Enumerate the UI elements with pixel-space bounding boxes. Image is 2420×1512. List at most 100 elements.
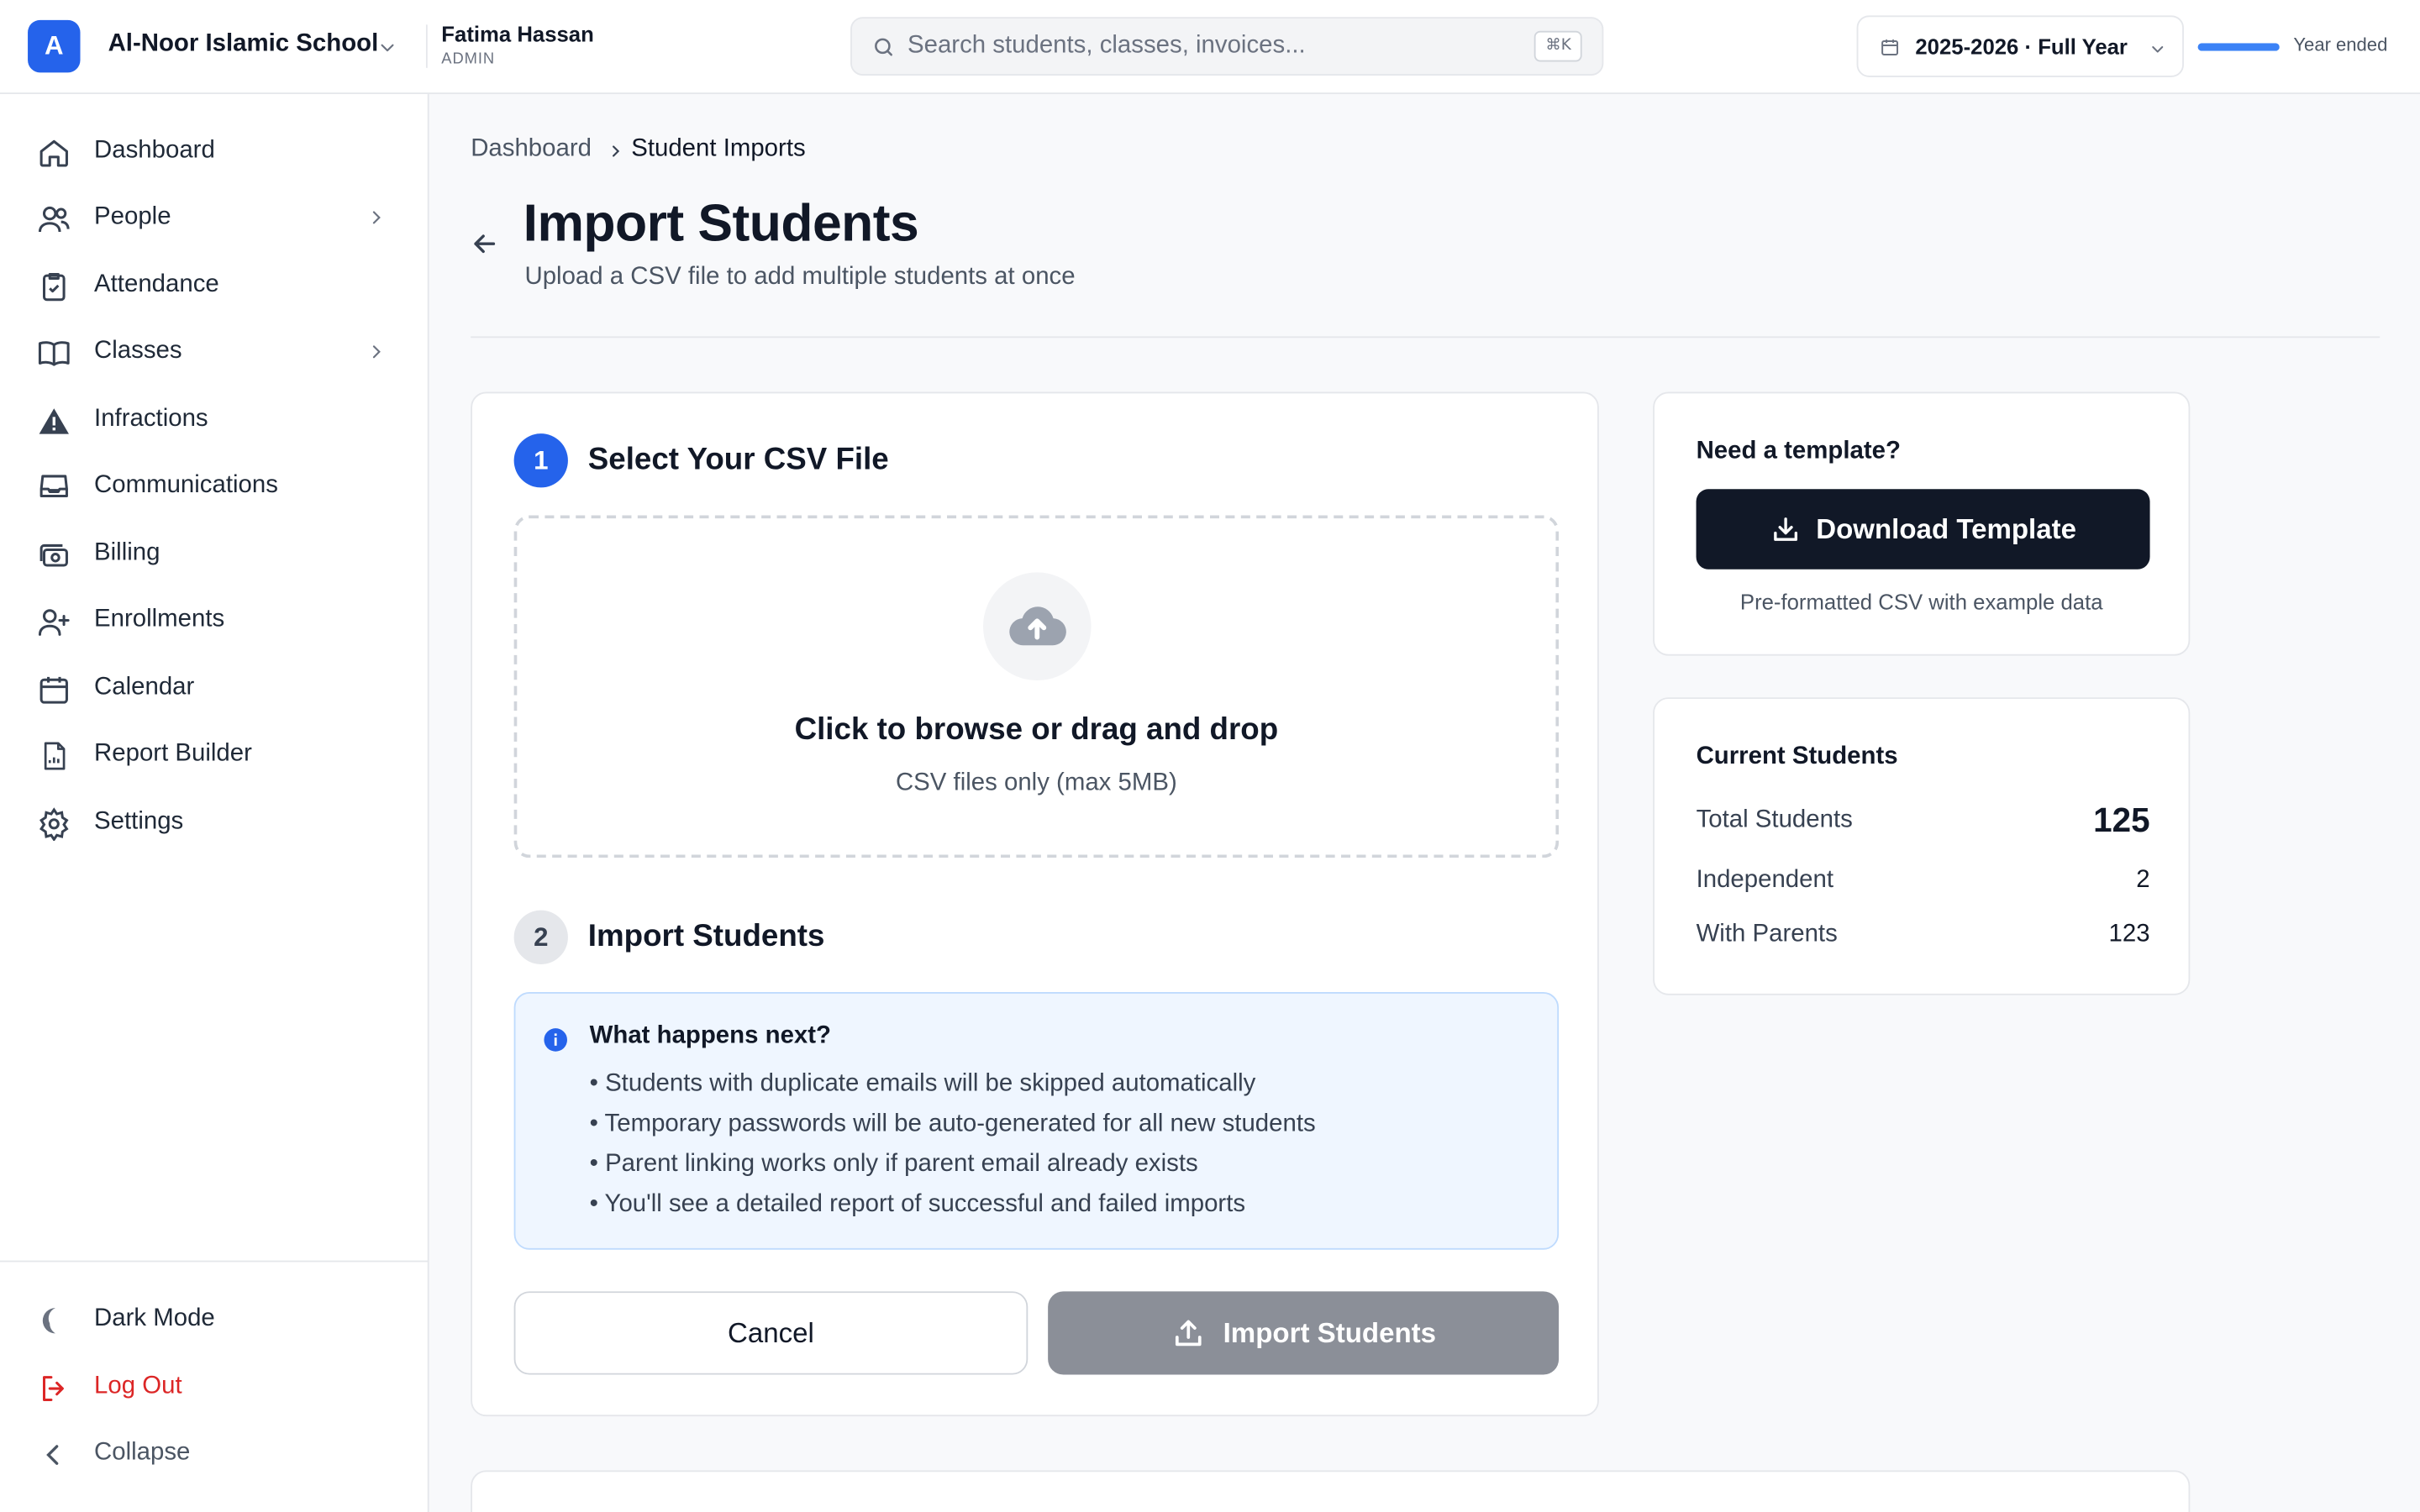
stat-value: 2: [2136, 867, 2150, 894]
moon-icon: [42, 1308, 55, 1334]
user-plus-icon: [38, 609, 70, 636]
import-history-card: [471, 1470, 2191, 1512]
stat-row-independent: Independent 2: [1697, 863, 2150, 903]
stat-label: Independent: [1696, 867, 1834, 894]
sidebar-item-enrollments[interactable]: Enrollments: [37, 596, 392, 645]
template-title: Need a template?: [1696, 438, 1901, 465]
stat-row-total: Total Students 125: [1696, 801, 2150, 843]
sidebar-item-label: People: [94, 203, 171, 230]
year-status: Year ended: [2293, 34, 2388, 56]
sidebar-item-label: Communications: [94, 472, 278, 499]
info-list-item: • You'll see a detailed report of succes…: [589, 1190, 1246, 1218]
import-students-label: Import Students: [1223, 1316, 1437, 1348]
sidebar-item-settings[interactable]: Settings: [37, 798, 392, 848]
sidebar-item-report-builder[interactable]: Report Builder: [37, 730, 392, 780]
breadcrumb-link-dashboard[interactable]: Dashboard: [471, 136, 592, 162]
user-name: Fatima Hassan: [441, 21, 594, 47]
cancel-button[interactable]: Cancel: [513, 1291, 1028, 1375]
stat-value: 125: [2093, 801, 2150, 840]
sidebar-item-label: Classes: [94, 338, 182, 365]
csv-dropzone[interactable]: Click to browse or drag and drop CSV fil…: [513, 515, 1560, 858]
import-students-button[interactable]: Import Students: [1048, 1291, 1560, 1375]
year-progress-fill: [2197, 43, 2280, 51]
cloud-upload-icon: [1009, 606, 1066, 646]
sidebar-item-label: Billing: [94, 539, 160, 567]
logout-button[interactable]: Log Out: [37, 1362, 392, 1412]
sidebar-item-communications[interactable]: Communications: [37, 461, 392, 511]
import-card: 1 Select Your CSV File Click to browse o…: [471, 391, 1599, 1417]
sidebar-item-label: Enrollments: [94, 606, 225, 633]
warning-icon: [39, 408, 69, 434]
step-1-title: Select Your CSV File: [587, 443, 889, 477]
report-icon: [44, 742, 66, 770]
download-template-button[interactable]: Download Template: [1696, 489, 2150, 570]
sidebar-item-classes[interactable]: Classes: [37, 327, 392, 376]
sidebar-item-people[interactable]: People: [37, 193, 392, 243]
step-2-badge: 2: [513, 910, 568, 964]
chevron-right-icon: [372, 345, 381, 359]
stat-row-with-parents: With Parents 123: [1697, 916, 2150, 957]
download-icon: [1773, 517, 1797, 541]
sidebar-item-calendar[interactable]: Calendar: [37, 664, 392, 713]
sidebar-item-label: Calendar: [94, 674, 195, 701]
school-logo[interactable]: A: [28, 19, 81, 73]
page-subtitle: Upload a CSV file to add multiple studen…: [524, 264, 1076, 291]
stat-label: Total Students: [1696, 806, 1853, 833]
chevron-right-icon: [612, 145, 620, 157]
info-box: What happens next? • Students with dupli…: [513, 992, 1560, 1250]
current-students-title: Current Students: [1696, 743, 1898, 770]
home-icon: [39, 139, 68, 167]
logout-icon: [42, 1376, 64, 1402]
dark-mode-label: Dark Mode: [94, 1305, 215, 1332]
top-header: A Al-Noor Islamic School Fatima Hassan A…: [0, 0, 2420, 95]
info-icon: [544, 1028, 567, 1052]
info-title: What happens next?: [589, 1022, 831, 1049]
dropzone-subtitle: CSV files only (max 5MB): [895, 769, 1177, 796]
info-list-item: • Temporary passwords will be auto-gener…: [589, 1110, 1316, 1137]
academic-year-selector[interactable]: 2025-2026 · Full Year: [1856, 15, 2184, 77]
template-note: Pre-formatted CSV with example data: [1739, 589, 2103, 615]
sidebar-item-infractions[interactable]: Infractions: [37, 395, 392, 444]
calendar-icon: [1881, 39, 1899, 55]
upload-icon: [1175, 1320, 1201, 1347]
calendar-icon: [39, 676, 68, 704]
sidebar-item-label: Infractions: [94, 406, 208, 433]
chevron-down-icon[interactable]: [376, 37, 398, 59]
chevron-right-icon: [372, 211, 381, 224]
user-role: ADMIN: [441, 50, 496, 68]
sidebar-item-attendance[interactable]: Attendance: [37, 260, 392, 310]
info-list: • Students with duplicate emails will be…: [590, 1068, 1316, 1228]
collapse-sidebar-button[interactable]: Collapse: [37, 1429, 392, 1478]
template-card: Need a template? Download Template Pre-f…: [1653, 391, 2191, 656]
sidebar-item-billing[interactable]: Billing: [37, 529, 392, 579]
sidebar-item-dashboard[interactable]: Dashboard: [37, 127, 392, 176]
sidebar-item-label: Report Builder: [94, 740, 252, 767]
info-list-item: • Students with duplicate emails will be…: [589, 1070, 1256, 1097]
current-students-card: Current Students Total Students 125 Inde…: [1653, 697, 2191, 995]
step-2-title: Import Students: [587, 919, 825, 954]
search-icon: [875, 38, 892, 56]
sidebar: Dashboard People Attendance Classes Infr…: [0, 94, 429, 1512]
dark-mode-toggle[interactable]: Dark Mode: [37, 1294, 392, 1344]
search-shortcut-badge: ⌘K: [1534, 30, 1582, 62]
logout-label: Log Out: [94, 1373, 182, 1399]
sidebar-item-label: Dashboard: [94, 137, 215, 164]
global-search[interactable]: ⌘K: [850, 17, 1604, 76]
download-template-label: Download Template: [1816, 512, 2077, 544]
sidebar-divider: [0, 1260, 429, 1263]
header-divider: [425, 24, 428, 68]
collapse-label: Collapse: [94, 1439, 191, 1466]
stat-label: With Parents: [1696, 921, 1838, 948]
users-icon: [38, 206, 70, 233]
page-divider: [471, 336, 2381, 339]
search-input[interactable]: [907, 18, 1510, 75]
book-icon: [38, 341, 70, 366]
academic-year-label: 2025-2026 · Full Year: [1915, 34, 2128, 59]
breadcrumb: Dashboard Student Imports: [471, 136, 805, 167]
school-name[interactable]: Al-Noor Islamic School: [108, 31, 379, 59]
page-title: Import Students: [523, 194, 919, 254]
chevron-left-icon: [46, 1445, 59, 1465]
sidebar-item-label: Attendance: [94, 271, 219, 298]
upload-icon-circle: [982, 572, 1092, 680]
back-arrow-icon[interactable]: [469, 228, 500, 260]
